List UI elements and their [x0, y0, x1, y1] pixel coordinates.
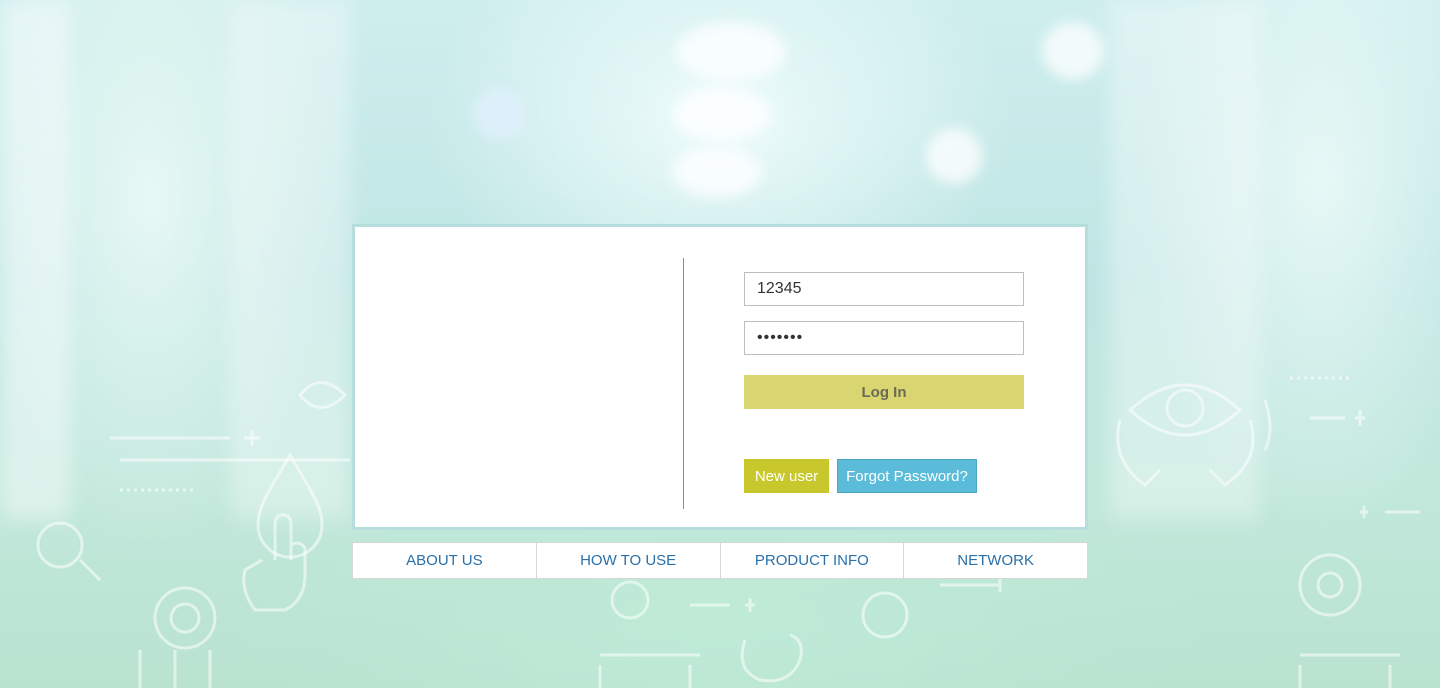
- stethoscope-icon: [740, 633, 803, 683]
- bottom-nav: ABOUT US HOW TO USE PRODUCT INFO NETWORK: [352, 542, 1088, 579]
- password-input[interactable]: [744, 321, 1024, 355]
- nav-how-to-use[interactable]: HOW TO USE: [537, 543, 721, 578]
- login-card: Log In New user Forgot Password?: [352, 224, 1088, 530]
- new-user-button[interactable]: New user: [744, 459, 829, 493]
- hand-icon: [242, 513, 307, 612]
- nav-network[interactable]: NETWORK: [904, 543, 1087, 578]
- forgot-password-button[interactable]: Forgot Password?: [837, 459, 977, 493]
- username-input[interactable]: [744, 272, 1024, 306]
- nav-about-us[interactable]: ABOUT US: [353, 543, 537, 578]
- nav-product-info[interactable]: PRODUCT INFO: [721, 543, 905, 578]
- vertical-divider: [683, 258, 684, 509]
- eye-in-hands-icon: [1116, 383, 1272, 487]
- login-button[interactable]: Log In: [744, 375, 1024, 409]
- gear-icon: [153, 586, 217, 650]
